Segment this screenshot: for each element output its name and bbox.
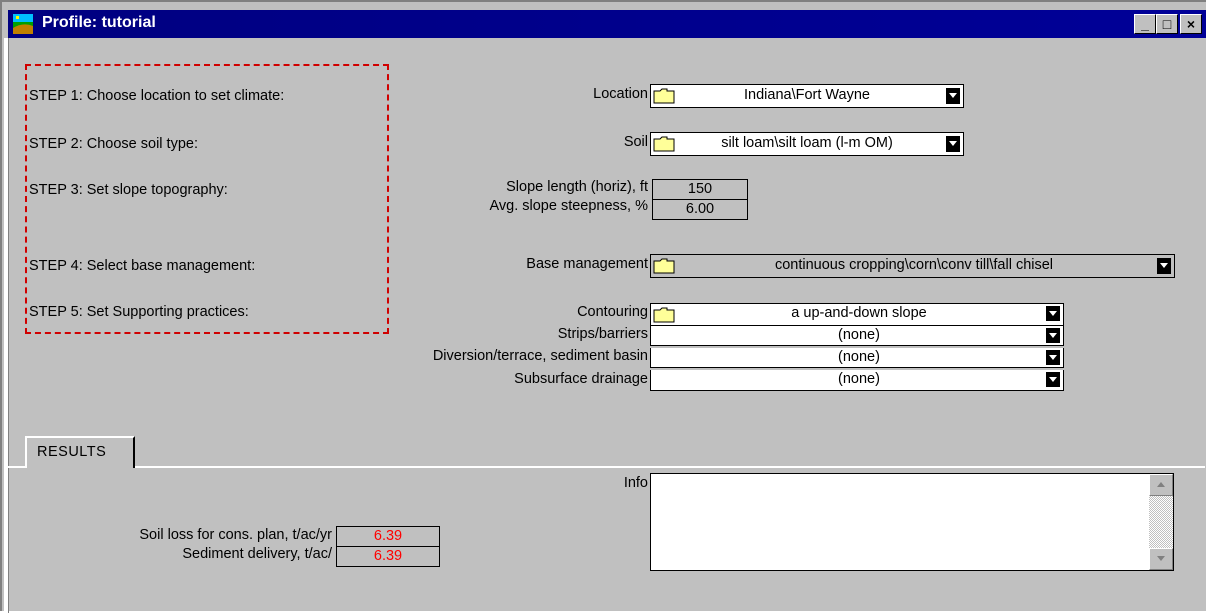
soil-label: Soil [623, 134, 648, 150]
tab-strip-line [135, 466, 1205, 468]
drainage-value: (none) [838, 371, 880, 387]
drainage-combo[interactable]: (none) [650, 370, 1064, 391]
folder-icon[interactable] [653, 136, 675, 152]
contouring-value: a up-and-down slope [791, 305, 927, 321]
dropdown-arrow-icon[interactable] [1157, 258, 1171, 274]
diversion-combo[interactable]: (none) [650, 348, 1064, 368]
tab-strip-line [8, 466, 25, 468]
scroll-down-icon[interactable] [1149, 548, 1173, 570]
soil-loss-value: 6.39 [336, 526, 440, 547]
step-4-label: STEP 4: Select base management: [29, 258, 256, 274]
scroll-up-icon[interactable] [1149, 474, 1173, 496]
maximize-button[interactable]: □ [1156, 14, 1178, 34]
folder-icon[interactable] [653, 258, 675, 274]
strips-combo[interactable]: (none) [650, 326, 1064, 346]
step-2-label: STEP 2: Choose soil type: [29, 136, 198, 152]
tab-results[interactable]: RESULTS [25, 436, 135, 468]
folder-icon[interactable] [653, 88, 675, 104]
slope-steepness-input[interactable]: 6.00 [652, 199, 748, 220]
strips-label: Strips/barriers [557, 326, 648, 342]
step-3-label: STEP 3: Set slope topography: [29, 182, 228, 198]
location-label: Location [593, 86, 648, 102]
info-scrollbar[interactable] [1149, 474, 1173, 570]
step-1-label: STEP 1: Choose location to set climate: [29, 88, 285, 104]
sediment-label: Sediment delivery, t/ac/ [182, 546, 332, 562]
minimize-button[interactable]: _ [1134, 14, 1156, 34]
steps-highlight-box [25, 64, 389, 334]
base-management-label: Base management [526, 256, 648, 272]
strips-value: (none) [838, 327, 880, 343]
title-bar[interactable]: Profile: tutorial _ □ × [8, 10, 1206, 38]
close-button[interactable]: × [1180, 14, 1202, 34]
soil-value: silt loam\silt loam (l-m OM) [721, 135, 893, 151]
base-management-combo[interactable]: continuous cropping\corn\conv till\fall … [650, 254, 1175, 278]
step-5-label: STEP 5: Set Supporting practices: [29, 304, 249, 320]
dropdown-arrow-icon[interactable] [1046, 372, 1060, 387]
diversion-label: Diversion/terrace, sediment basin [432, 348, 648, 364]
dropdown-arrow-icon[interactable] [946, 88, 960, 104]
tab-results-label: RESULTS [37, 444, 107, 460]
location-combo[interactable]: Indiana\Fort Wayne [650, 84, 964, 108]
location-value: Indiana\Fort Wayne [744, 87, 870, 103]
slope-length-label: Slope length (horiz), ft [506, 179, 648, 195]
contouring-combo[interactable]: a up-and-down slope [650, 303, 1064, 326]
sediment-value: 6.39 [336, 546, 440, 567]
soil-combo[interactable]: silt loam\silt loam (l-m OM) [650, 132, 964, 156]
slope-length-input[interactable]: 150 [652, 179, 748, 200]
folder-icon[interactable] [653, 307, 675, 323]
drainage-label: Subsurface drainage [514, 371, 648, 387]
dropdown-arrow-icon[interactable] [946, 136, 960, 152]
contouring-label: Contouring [577, 304, 648, 320]
base-management-value: continuous cropping\corn\conv till\fall … [774, 257, 1054, 273]
info-box[interactable] [650, 473, 1174, 571]
dropdown-arrow-icon[interactable] [1046, 350, 1060, 365]
slope-steepness-label: Avg. slope steepness, % [489, 198, 648, 214]
dropdown-arrow-icon[interactable] [1046, 328, 1060, 343]
window-title: Profile: tutorial [42, 14, 156, 31]
soil-loss-label: Soil loss for cons. plan, t/ac/yr [139, 527, 332, 543]
app-icon [13, 14, 33, 34]
diversion-value: (none) [838, 349, 880, 365]
info-label: Info [623, 475, 648, 491]
profile-window: Profile: tutorial _ □ × STEP 1: Choose l… [0, 0, 1206, 613]
dropdown-arrow-icon[interactable] [1046, 306, 1060, 321]
window-left-edge [4, 38, 9, 613]
